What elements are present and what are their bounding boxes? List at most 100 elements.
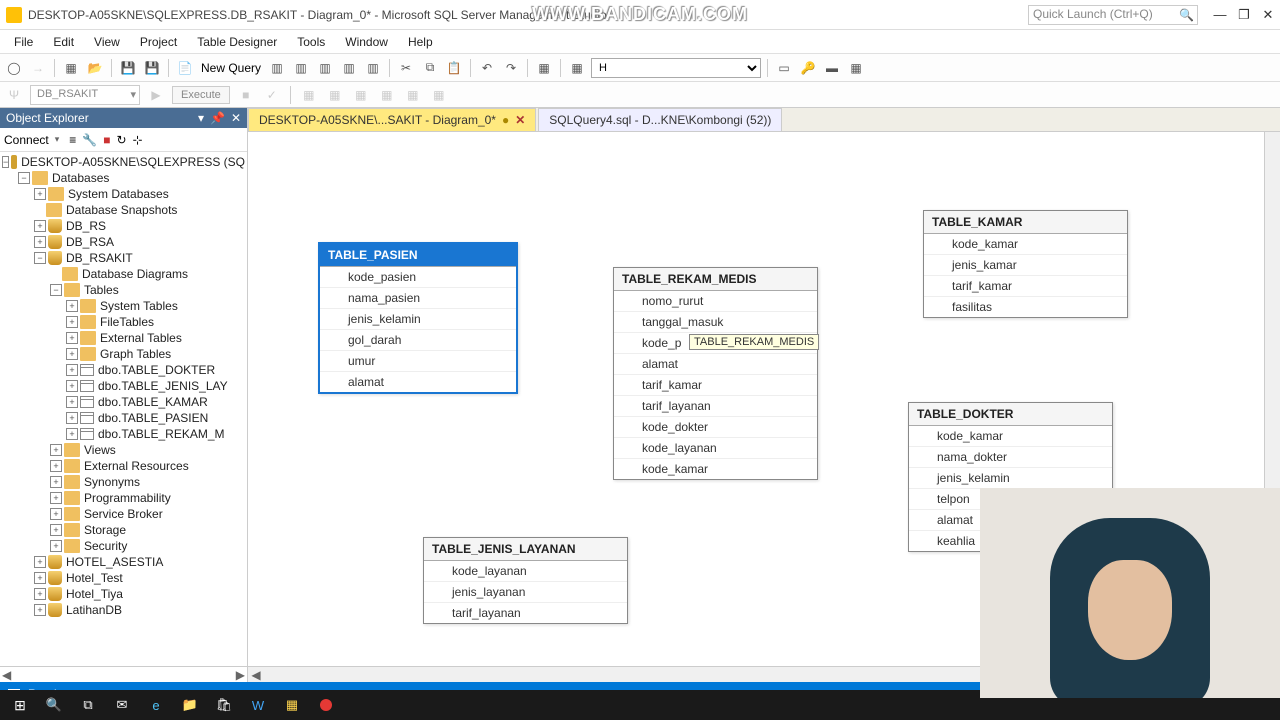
tab-query[interactable]: SQLQuery4.sql - D...KNE\Kombongi (52)): [538, 108, 782, 131]
table-column[interactable]: nomo_rurut: [614, 291, 817, 312]
twisty-icon[interactable]: +: [66, 428, 78, 440]
tree-databases[interactable]: Databases: [52, 171, 109, 185]
twisty-icon[interactable]: +: [50, 460, 62, 472]
db-engine-icon[interactable]: ▥: [267, 58, 287, 78]
open-icon[interactable]: 📂: [85, 58, 105, 78]
oe-tool-icon[interactable]: 🔧: [82, 133, 97, 147]
table-column[interactable]: nama_pasien: [320, 288, 516, 309]
tree-db[interactable]: LatihanDB: [66, 603, 122, 617]
tree-server[interactable]: DESKTOP-A05SKNE\SQLEXPRESS (SQ: [21, 155, 245, 169]
table-column[interactable]: kode_kamar: [909, 426, 1112, 447]
tree-systables[interactable]: System Tables: [100, 299, 178, 313]
oe-stop-icon[interactable]: ■: [103, 133, 110, 147]
oe-pin-icon[interactable]: 📌: [210, 111, 225, 125]
twisty-icon[interactable]: +: [50, 492, 62, 504]
word-icon[interactable]: W: [242, 691, 274, 719]
table-column[interactable]: alamat: [320, 372, 516, 392]
tree-table[interactable]: dbo.TABLE_KAMAR: [98, 395, 208, 409]
dmx-icon[interactable]: ▥: [339, 58, 359, 78]
table-column[interactable]: umur: [320, 351, 516, 372]
table-header[interactable]: TABLE_DOKTER: [909, 403, 1112, 426]
database-selector[interactable]: DB_RSAKIT: [30, 85, 140, 105]
save-all-icon[interactable]: 💾: [142, 58, 162, 78]
table-column[interactable]: kode_dokter: [614, 417, 817, 438]
twisty-icon[interactable]: +: [34, 236, 46, 248]
grid-icon[interactable]: ▦: [534, 58, 554, 78]
paste-icon[interactable]: 📋: [444, 58, 464, 78]
oe-close-icon[interactable]: ✕: [231, 111, 241, 125]
table-column[interactable]: tarif_layanan: [424, 603, 627, 623]
oe-refresh-icon[interactable]: ↻: [116, 133, 126, 147]
search-icon[interactable]: 🔍: [38, 691, 70, 719]
record-icon[interactable]: [310, 691, 342, 719]
redo-icon[interactable]: ↷: [501, 58, 521, 78]
tree-table[interactable]: dbo.TABLE_REKAM_M: [98, 427, 225, 441]
explorer-icon[interactable]: 📁: [174, 691, 206, 719]
tree-db[interactable]: Hotel_Test: [66, 571, 123, 585]
new-query-icon[interactable]: 📄: [175, 58, 195, 78]
oe-tree[interactable]: −DESKTOP-A05SKNE\SQLEXPRESS (SQ −Databas…: [0, 152, 247, 666]
menu-edit[interactable]: Edit: [43, 32, 84, 52]
twisty-icon[interactable]: −: [2, 156, 9, 168]
table-column[interactable]: alamat: [614, 354, 817, 375]
undo-icon[interactable]: ↶: [477, 58, 497, 78]
table-column[interactable]: jenis_kelamin: [909, 468, 1112, 489]
twisty-icon[interactable]: −: [50, 284, 62, 296]
tree-table[interactable]: dbo.TABLE_PASIEN: [98, 411, 208, 425]
table-column[interactable]: jenis_kamar: [924, 255, 1127, 276]
xmla-icon[interactable]: ▥: [363, 58, 383, 78]
table-column[interactable]: kode_layanan: [424, 561, 627, 582]
tab-close-icon[interactable]: ✕: [515, 113, 525, 127]
tree-sec[interactable]: Security: [84, 539, 127, 553]
table-header[interactable]: TABLE_REKAM_MEDIS: [614, 268, 817, 291]
maximize-button[interactable]: ❐: [1238, 9, 1250, 21]
twisty-icon[interactable]: +: [34, 604, 46, 616]
cut-icon[interactable]: ✂: [396, 58, 416, 78]
index-icon[interactable]: ▬: [822, 58, 842, 78]
search-icon[interactable]: 🔍: [1179, 8, 1194, 22]
twisty-icon[interactable]: +: [66, 396, 78, 408]
tool-icon[interactable]: ▦: [567, 58, 587, 78]
tab-diagram[interactable]: DESKTOP-A05SKNE\...SAKIT - Diagram_0*●✕: [248, 108, 536, 131]
tree-prog[interactable]: Programmability: [84, 491, 171, 505]
tree-db[interactable]: Hotel_Tiya: [66, 587, 123, 601]
twisty-icon[interactable]: +: [50, 476, 62, 488]
twisty-icon[interactable]: +: [34, 556, 46, 568]
tree-graphtables[interactable]: Graph Tables: [100, 347, 171, 361]
table-header[interactable]: TABLE_KAMAR: [924, 211, 1127, 234]
twisty-icon[interactable]: +: [66, 348, 78, 360]
quick-launch-input[interactable]: Quick Launch (Ctrl+Q)🔍: [1028, 5, 1198, 25]
tree-stor[interactable]: Storage: [84, 523, 126, 537]
table-column[interactable]: kode_layanan: [614, 438, 817, 459]
tree-sysdb[interactable]: System Databases: [68, 187, 169, 201]
combo-selector[interactable]: H: [591, 58, 761, 78]
tree-table[interactable]: dbo.TABLE_JENIS_LAY: [98, 379, 228, 393]
oe-filter-icon[interactable]: ≡: [69, 133, 76, 147]
twisty-icon[interactable]: +: [50, 508, 62, 520]
tree-syn[interactable]: Synonyms: [84, 475, 140, 489]
task-view-icon[interactable]: ⧉: [72, 691, 104, 719]
save-icon[interactable]: 💾: [118, 58, 138, 78]
tree-snapshots[interactable]: Database Snapshots: [66, 203, 177, 217]
twisty-icon[interactable]: +: [34, 572, 46, 584]
twisty-icon[interactable]: +: [50, 540, 62, 552]
mail-icon[interactable]: ✉: [106, 691, 138, 719]
twisty-icon[interactable]: −: [18, 172, 30, 184]
twisty-icon[interactable]: +: [66, 300, 78, 312]
table-header[interactable]: TABLE_PASIEN: [320, 244, 516, 267]
table-column[interactable]: tarif_kamar: [614, 375, 817, 396]
menu-file[interactable]: File: [4, 32, 43, 52]
table-column[interactable]: jenis_kelamin: [320, 309, 516, 330]
tree-extres[interactable]: External Resources: [84, 459, 189, 473]
table-rekam-medis[interactable]: TABLE_REKAM_MEDIS nomo_rurut tanggal_mas…: [613, 267, 818, 480]
tree-sb[interactable]: Service Broker: [84, 507, 163, 521]
menu-table-designer[interactable]: Table Designer: [187, 32, 287, 52]
tree-db[interactable]: DB_RS: [66, 219, 106, 233]
twisty-icon[interactable]: +: [66, 380, 78, 392]
table-column[interactable]: fasilitas: [924, 297, 1127, 317]
new-query-button[interactable]: New Query: [199, 61, 263, 75]
twisty-icon[interactable]: −: [34, 252, 46, 264]
twisty-icon[interactable]: +: [50, 444, 62, 456]
table-column[interactable]: nama_dokter: [909, 447, 1112, 468]
twisty-icon[interactable]: +: [66, 412, 78, 424]
